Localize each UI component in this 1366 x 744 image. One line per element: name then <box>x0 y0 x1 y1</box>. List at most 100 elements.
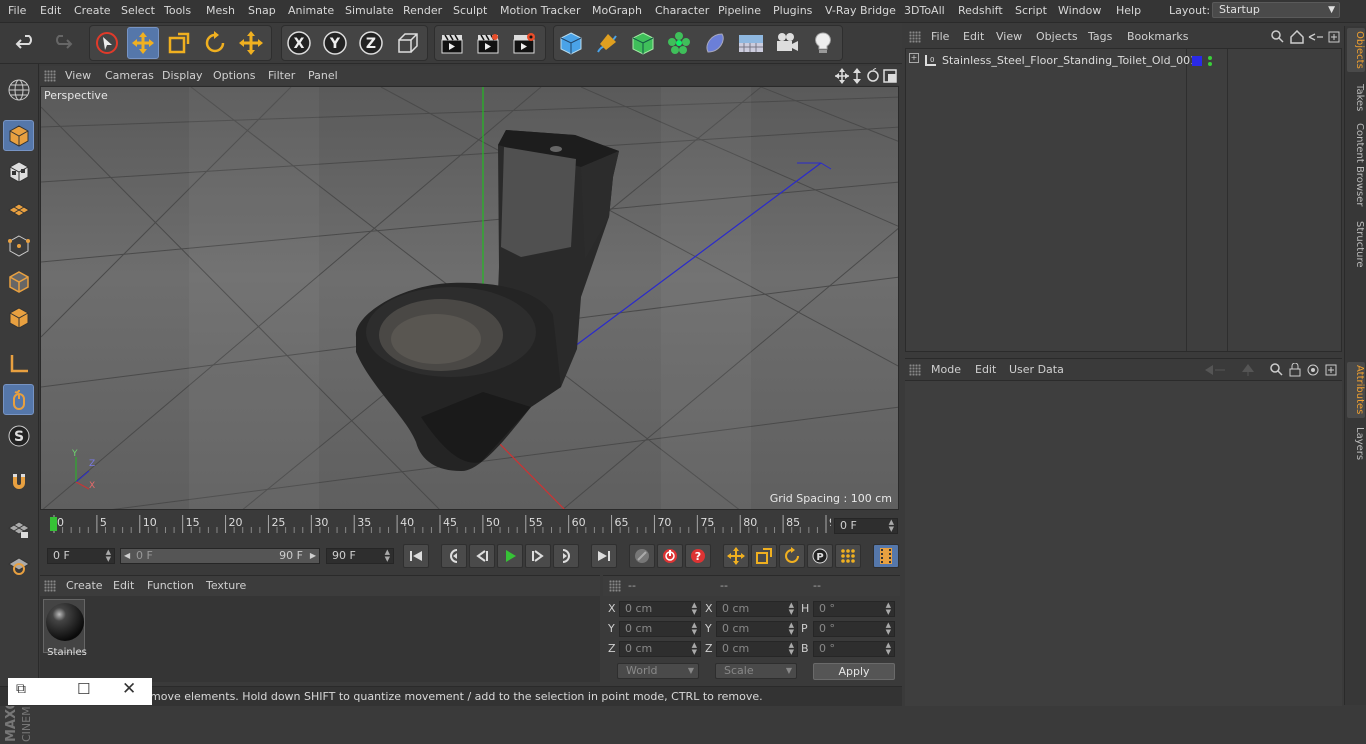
back-arrow-icon[interactable] <box>1205 365 1225 375</box>
cloner-button[interactable] <box>663 27 695 59</box>
object-row[interactable]: + 0 Stainless_Steel_Floor_Standing_Toile… <box>906 52 1343 70</box>
apply-button[interactable]: Apply <box>813 663 895 680</box>
light-button[interactable] <box>807 27 839 59</box>
material-menu-edit[interactable]: Edit <box>113 579 134 592</box>
pen-spline-button[interactable] <box>591 27 623 59</box>
menu-3dtoall[interactable]: 3DToAll <box>904 4 945 17</box>
viewport-menu-view[interactable]: View <box>65 69 91 82</box>
snap-button[interactable] <box>3 466 34 497</box>
material-menu-function[interactable]: Function <box>147 579 194 592</box>
live-selection-button[interactable] <box>91 27 123 59</box>
enable-snap-grid-button[interactable] <box>3 512 34 543</box>
menu-select[interactable]: Select <box>121 4 155 17</box>
timeline-ruler[interactable]: 0 5 10 15 20 25 30 35 40 45 50 55 60 65 70 75 80 85 90 <box>48 515 831 533</box>
redo-button[interactable] <box>46 27 78 59</box>
workplane-button[interactable] <box>3 192 34 223</box>
object-menu-edit[interactable]: Edit <box>963 30 984 43</box>
tab-attributes[interactable]: Attributes <box>1347 362 1365 418</box>
menu-mograph[interactable]: MoGraph <box>592 4 642 17</box>
object-menu-file[interactable]: File <box>931 30 949 43</box>
menu-mesh[interactable]: Mesh <box>206 4 235 17</box>
recent-tools-button[interactable] <box>235 27 267 59</box>
quantize-button[interactable] <box>3 548 34 579</box>
menu-file[interactable]: File <box>8 4 26 17</box>
make-editable-button[interactable] <box>3 74 34 105</box>
scale-tool-button[interactable] <box>163 27 195 59</box>
menu-snap[interactable]: Snap <box>248 4 276 17</box>
coordinate-system-button[interactable] <box>392 27 424 59</box>
size-z-field[interactable]: 0 cm ▲ ▼ <box>716 641 798 657</box>
size-y-field[interactable]: 0 cm ▲ ▼ <box>716 621 798 637</box>
menu-tools[interactable]: Tools <box>164 4 191 17</box>
floor-environment-button[interactable] <box>735 27 767 59</box>
solo-mode-button[interactable]: S <box>3 420 34 451</box>
menu-window[interactable]: Window <box>1058 4 1101 17</box>
tab-layers[interactable]: Layers <box>1347 426 1365 462</box>
search-icon[interactable] <box>1270 363 1283 376</box>
size-mode-select[interactable]: Scale ▼ <box>715 663 797 679</box>
record-button[interactable] <box>657 544 683 568</box>
record-position-button[interactable] <box>629 544 655 568</box>
toilet-model[interactable] <box>355 130 619 472</box>
up-arrow-icon[interactable] <box>1242 364 1254 376</box>
menu-simulate[interactable]: Simulate <box>345 4 394 17</box>
points-mode-button[interactable] <box>3 230 34 261</box>
camera-button[interactable] <box>771 27 803 59</box>
edges-mode-button[interactable] <box>3 266 34 297</box>
target-icon[interactable] <box>1307 364 1319 376</box>
dolly-icon[interactable] <box>853 68 861 84</box>
play-button[interactable] <box>497 544 523 568</box>
home-icon[interactable] <box>1290 30 1304 44</box>
viewport-menu-panel[interactable]: Panel <box>308 69 338 82</box>
timeline-window-button[interactable] <box>873 544 899 568</box>
viewport-menu-filter[interactable]: Filter <box>268 69 295 82</box>
menu-plugins[interactable]: Plugins <box>773 4 812 17</box>
goto-next-key-button[interactable] <box>553 544 579 568</box>
render-settings-button[interactable] <box>508 27 540 59</box>
coordinate-space-select[interactable]: World ▼ <box>617 663 699 679</box>
texture-mode-button[interactable] <box>3 156 34 187</box>
model-mode-button[interactable] <box>3 120 34 151</box>
undo-button[interactable] <box>10 27 42 59</box>
menu-script[interactable]: Script <box>1015 4 1047 17</box>
goto-start-button[interactable] <box>403 544 429 568</box>
size-x-field[interactable]: 0 cm ▲ ▼ <box>716 601 798 617</box>
material-menu-texture[interactable]: Texture <box>206 579 246 592</box>
viewport-menu-cameras[interactable]: Cameras <box>105 69 154 82</box>
range-left-arrow-icon[interactable]: ◀ <box>124 549 130 563</box>
back-arrows-icon[interactable] <box>1308 33 1323 41</box>
editor-visibility-dot[interactable] <box>1208 56 1212 60</box>
previous-frame-button[interactable] <box>469 544 495 568</box>
key-pla-button[interactable] <box>835 544 861 568</box>
search-icon[interactable] <box>1271 30 1284 43</box>
object-name[interactable]: Stainless_Steel_Floor_Standing_Toilet_Ol… <box>942 54 1197 67</box>
tab-structure[interactable]: Structure <box>1347 218 1365 270</box>
preview-range-slider[interactable]: ◀ 0 F 90 F ▶ <box>120 548 320 564</box>
tab-content-browser[interactable]: Content Browser <box>1347 122 1365 208</box>
render-visibility-dot[interactable] <box>1208 62 1212 66</box>
preview-start-field[interactable]: 0 F ▲ ▼ <box>47 548 115 564</box>
tweak-mode-button[interactable] <box>3 384 34 415</box>
maximize-view-icon[interactable] <box>883 69 897 83</box>
restore-window-icon[interactable]: ⧉ <box>16 681 26 697</box>
render-view-button[interactable] <box>436 27 468 59</box>
cube-button[interactable] <box>555 27 587 59</box>
rotation-b-field[interactable]: 0 ° ▲ ▼ <box>813 641 895 657</box>
menu-vray-bridge[interactable]: V-Ray Bridge <box>825 4 896 17</box>
material-thumbnail[interactable]: Stainles <box>43 599 87 658</box>
key-position-button[interactable] <box>723 544 749 568</box>
position-y-field[interactable]: 0 cm ▲ ▼ <box>619 621 701 637</box>
object-menu-objects[interactable]: Objects <box>1036 30 1078 43</box>
key-rotation-button[interactable] <box>779 544 805 568</box>
menu-motion-tracker[interactable]: Motion Tracker <box>500 4 580 17</box>
expand-plus-icon[interactable]: + <box>909 53 919 63</box>
polygons-mode-button[interactable] <box>3 302 34 333</box>
deformer-button[interactable] <box>699 27 731 59</box>
key-parameter-button[interactable]: P <box>807 544 833 568</box>
attribute-menu-edit[interactable]: Edit <box>975 363 996 376</box>
lock-icon[interactable] <box>1289 363 1301 377</box>
autokey-button[interactable]: ? <box>685 544 711 568</box>
tab-objects[interactable]: Objects <box>1347 28 1365 72</box>
menu-create[interactable]: Create <box>74 4 111 17</box>
rotation-p-field[interactable]: 0 ° ▲ ▼ <box>813 621 895 637</box>
